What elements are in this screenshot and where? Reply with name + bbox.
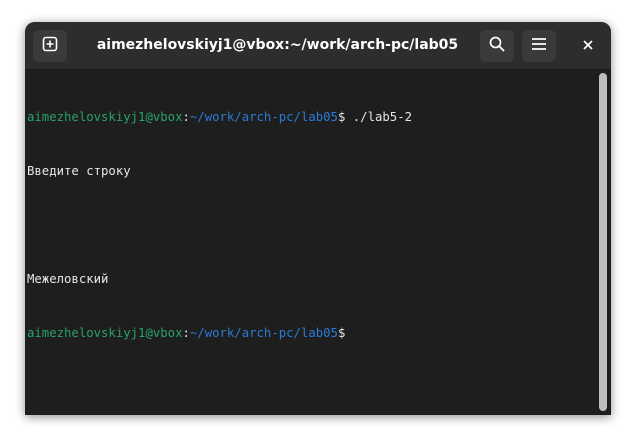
prompt-separator: : — [182, 110, 190, 124]
prompt-user-host: aimezhelovskiyj1@vbox — [27, 110, 183, 124]
prompt-symbol: $ — [337, 326, 346, 340]
headerbar: aimezhelovskiyj1@vbox:~/work/arch-pc/lab… — [25, 22, 611, 70]
scrollbar[interactable] — [598, 71, 608, 413]
new-tab-button[interactable] — [33, 30, 67, 62]
terminal-line-output: Межеловский — [27, 272, 109, 286]
hamburger-menu-icon — [531, 37, 547, 56]
terminal-output[interactable]: aimezhelovskiyj1@vbox:~/work/arch-pc/lab… — [27, 72, 595, 412]
window-title: aimezhelovskiyj1@vbox:~/work/arch-pc/lab… — [96, 37, 459, 53]
terminal-window: aimezhelovskiyj1@vbox:~/work/arch-pc/lab… — [25, 22, 611, 415]
new-tab-icon — [42, 36, 58, 57]
terminal-line-output: Введите строку — [27, 164, 131, 178]
scrollbar-thumb[interactable] — [599, 73, 607, 411]
prompt-user-host: aimezhelovskiyj1@vbox — [27, 326, 183, 340]
menu-button[interactable] — [522, 30, 556, 62]
terminal-line-prompt: aimezhelovskiyj1@vbox:~/work/arch-pc/lab… — [27, 324, 595, 342]
prompt-separator: : — [182, 326, 190, 340]
close-icon — [583, 37, 593, 55]
search-icon — [489, 36, 505, 57]
terminal-line-prompt: aimezhelovskiyj1@vbox:~/work/arch-pc/lab… — [27, 108, 595, 126]
prompt-path: ~/work/arch-pc/lab05 — [189, 326, 338, 340]
close-button[interactable] — [576, 34, 600, 58]
search-button[interactable] — [480, 30, 514, 62]
command-text: ./lab5-2 — [345, 110, 413, 124]
prompt-path: ~/work/arch-pc/lab05 — [189, 110, 338, 124]
